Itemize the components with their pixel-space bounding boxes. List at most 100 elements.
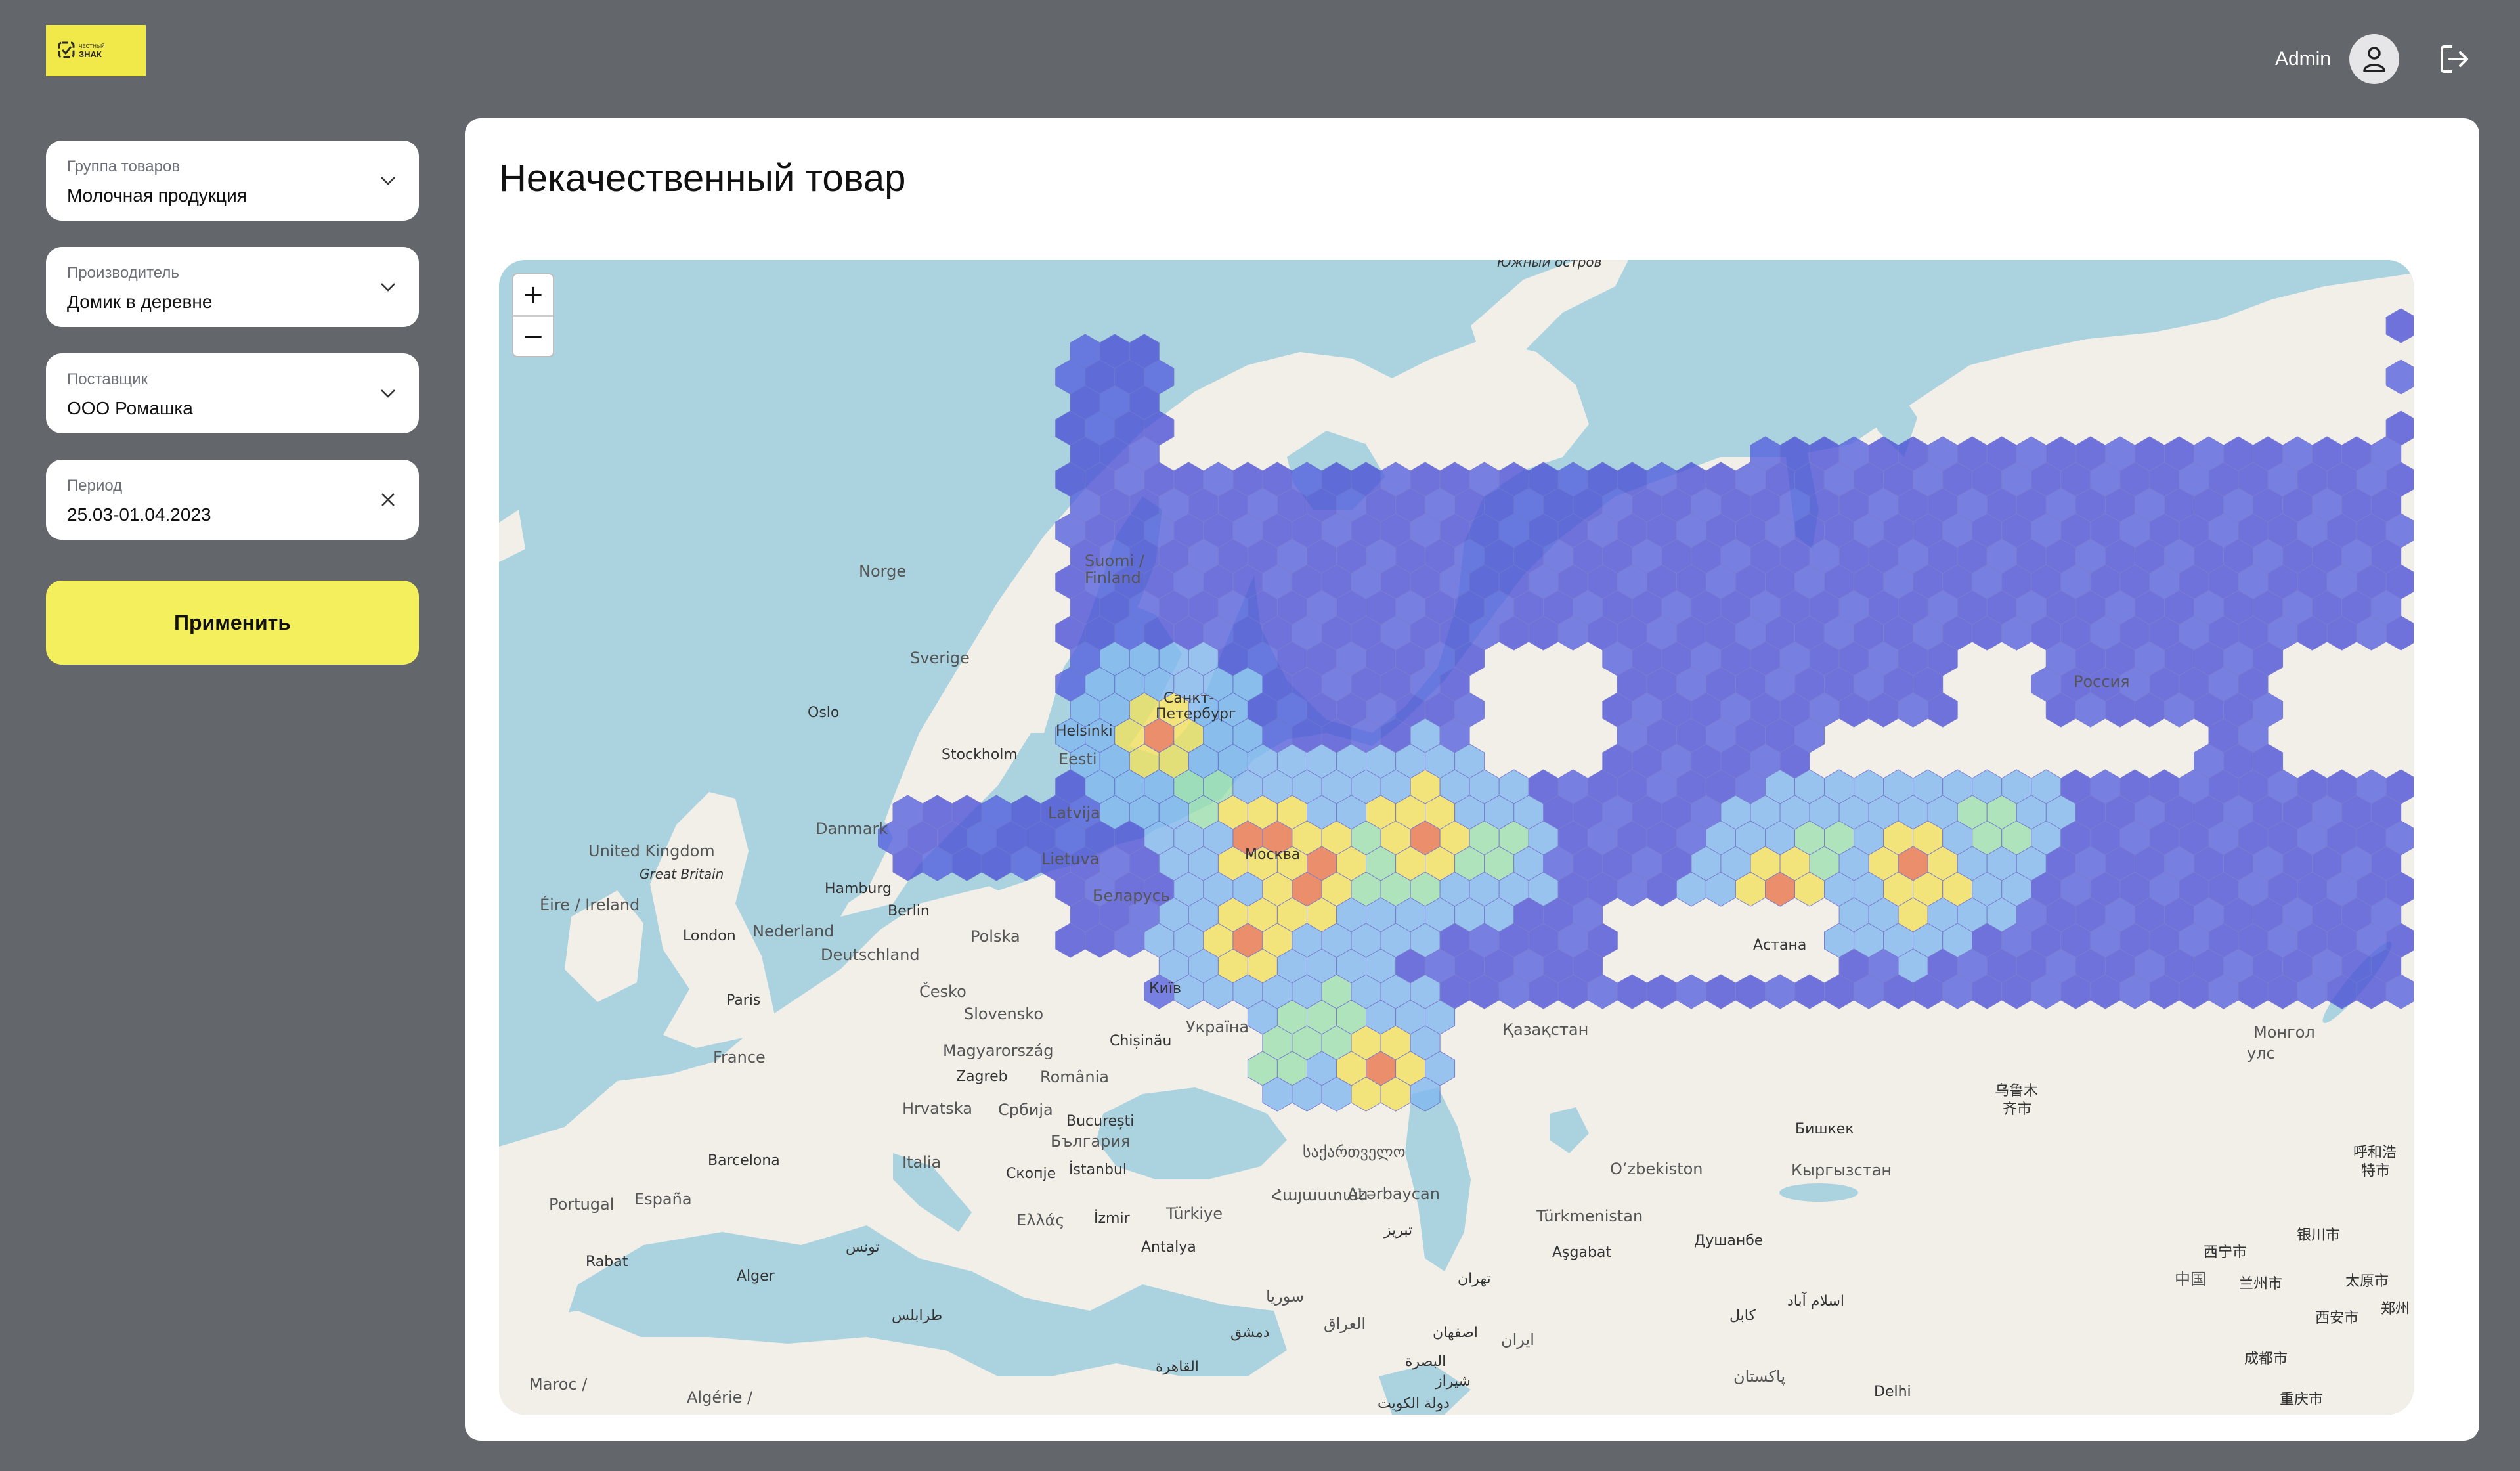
logout-icon: [2441, 45, 2468, 73]
manufacturer-select[interactable]: Производитель Домик в деревне: [46, 247, 419, 327]
map-label: 郑州: [2381, 1301, 2410, 1317]
map-label: Беларусь: [1093, 887, 1170, 905]
map-label: улс: [2247, 1044, 2275, 1063]
map-label: Скопје: [1006, 1166, 1056, 1182]
map-label: Barcelona: [708, 1153, 780, 1169]
map-label: İzmir: [1094, 1210, 1131, 1227]
map-label: Србија: [998, 1101, 1053, 1119]
map-label: Петербург: [1156, 706, 1236, 722]
lake-balkhash: [1779, 1183, 1858, 1202]
map-label: București: [1066, 1113, 1134, 1130]
map-label: 西安市: [2315, 1310, 2358, 1327]
map-label: Magyarország: [943, 1042, 1054, 1060]
zoom-out-button[interactable]: −: [513, 315, 553, 356]
map-label: دمشق: [1230, 1325, 1270, 1341]
map-label: ایران: [1501, 1330, 1534, 1349]
map-label: Norge: [859, 562, 906, 581]
map-label: Nederland: [752, 922, 834, 940]
map-label: Stockholm: [942, 747, 1018, 763]
map-label: Algérie /: [687, 1388, 753, 1407]
chevron-down-icon[interactable]: [378, 277, 398, 297]
map-label: Polska: [970, 927, 1020, 946]
map-label: London: [683, 928, 736, 944]
map-label: Lietuva: [1041, 850, 1099, 868]
map-label: Danmark: [815, 820, 888, 838]
map-label: Eesti: [1058, 750, 1097, 768]
apply-button[interactable]: Применить: [46, 581, 419, 665]
logo-text-bottom: ЗНАК: [79, 49, 102, 59]
user-icon: [2363, 47, 2385, 72]
product-group-select[interactable]: Группа товаров Молочная продукция: [46, 141, 419, 221]
logout-button[interactable]: [2435, 39, 2474, 79]
map-label: Душанбе: [1694, 1233, 1763, 1249]
close-icon[interactable]: [378, 490, 398, 510]
map-label: Maroc /: [529, 1375, 588, 1394]
map-label: Астана: [1753, 937, 1806, 954]
map-label: 重庆市: [2280, 1392, 2323, 1408]
page-title: Некачественный товар: [499, 157, 906, 200]
map-label: Türkmenistan: [1536, 1207, 1643, 1225]
chevron-down-icon[interactable]: [378, 171, 398, 190]
heatmap-map[interactable]: Южный остров Norge Sverige Suomi / Finla…: [499, 260, 2414, 1415]
map-label: البصرة: [1405, 1353, 1446, 1370]
map-label: Oslo: [808, 705, 839, 721]
field-value: ООО Ромашка: [67, 398, 193, 418]
map-label: Україна: [1186, 1018, 1249, 1036]
map-label: تبریز: [1383, 1222, 1412, 1239]
period-field[interactable]: Период 25.03-01.04.2023: [46, 460, 419, 540]
map-label: España: [634, 1190, 692, 1208]
map-label: Южный остров: [1497, 260, 1601, 270]
zoom-in-button[interactable]: +: [513, 274, 553, 315]
field-label: Производитель: [67, 264, 179, 282]
map-label: Helsinki: [1056, 723, 1113, 739]
map-label: اصفهان: [1433, 1325, 1478, 1341]
map-label: İstanbul: [1069, 1161, 1127, 1178]
map-label: Zagreb: [956, 1068, 1008, 1085]
map-label: Oʻzbekiston: [1610, 1160, 1703, 1178]
map-label: Italia: [902, 1153, 941, 1172]
map-label: საქართველო: [1303, 1143, 1405, 1161]
logo-mark: ЧЕСТНЫЙ ЗНАК: [58, 41, 105, 59]
map-label: Россия: [2074, 672, 2130, 691]
map-label: Кыргызстан: [1791, 1161, 1892, 1179]
map-label: کابل: [1729, 1307, 1756, 1324]
map-basemap[interactable]: Южный остров Norge Sverige Suomi / Finla…: [499, 260, 2414, 1415]
field-label: Группа товаров: [67, 158, 181, 175]
map-label: România: [1040, 1068, 1109, 1086]
map-label: Москва: [1245, 846, 1300, 863]
map-label: Alger: [737, 1268, 775, 1284]
map-label: Éire / Ireland: [540, 895, 640, 914]
filters-sidebar: Группа товаров Молочная продукция Произв…: [46, 141, 419, 665]
map-label: Finland: [1085, 569, 1141, 587]
supplier-select[interactable]: Поставщик ООО Ромашка: [46, 353, 419, 433]
map-label: 中国: [2175, 1270, 2206, 1288]
map-label: United Kingdom: [588, 842, 715, 860]
map-label: 呼和浩: [2353, 1145, 2397, 1161]
map-label: Slovensko: [964, 1005, 1043, 1023]
chevron-down-icon[interactable]: [378, 384, 398, 403]
map-label: Rabat: [586, 1254, 628, 1270]
main-card: Некачественный товар Южный остров Norge …: [465, 118, 2479, 1441]
map-label: Монгол: [2253, 1023, 2315, 1042]
user-name: Admin: [2274, 48, 2331, 70]
map-label: سوريا: [1266, 1287, 1304, 1306]
map-label: Paris: [726, 992, 760, 1009]
map-label: Ελλάς: [1016, 1211, 1064, 1229]
avatar[interactable]: [2349, 34, 2399, 84]
map-label: Latvija: [1048, 804, 1100, 822]
map-label: Sverige: [910, 649, 970, 667]
map-label: Türkiye: [1165, 1204, 1223, 1223]
map-label: 成都市: [2244, 1351, 2288, 1367]
map-label: طرابلس: [892, 1307, 942, 1324]
map-label: العراق: [1324, 1315, 1366, 1333]
map-label: Київ: [1149, 980, 1181, 997]
map-label: 银川市: [2297, 1227, 2340, 1244]
map-label: Portugal: [549, 1195, 614, 1214]
map-label: تهران: [1458, 1271, 1491, 1287]
field-value: Домик в деревне: [67, 292, 213, 312]
map-label: القاهرة: [1156, 1359, 1199, 1375]
map-label: Hrvatska: [902, 1099, 972, 1118]
map-label: 太原市: [2345, 1273, 2389, 1290]
chestny-znak-logo[interactable]: ЧЕСТНЫЙ ЗНАК: [46, 25, 146, 76]
map-label: Chișinău: [1110, 1033, 1171, 1049]
